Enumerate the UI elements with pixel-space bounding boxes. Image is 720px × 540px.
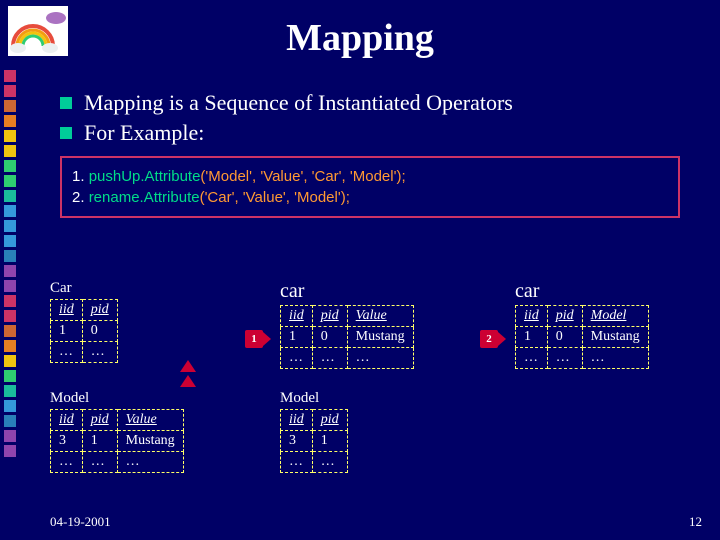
model-initial-table: iidpidValue31Mustang……… [50,409,184,473]
model-mid-table: iidpid31…… [280,409,348,473]
col-header: iid [51,410,83,431]
table-row: 10Mustang [516,327,649,348]
cell: Mustang [347,327,413,348]
model-mid-title: Model [280,390,348,407]
cell: 1 [516,327,548,348]
col-header: Model [582,306,648,327]
col-header: iid [281,306,313,327]
bullet-2-text: For Example: [84,120,204,146]
cell: … [117,452,183,473]
table-row: 31Mustang [51,431,184,452]
cell: … [547,348,582,369]
code-l1-fn: pushUp.Attribute [89,168,201,185]
cell: Mustang [117,431,183,452]
bullet-icon [60,97,72,109]
cell: … [51,342,83,363]
bullet-2: For Example: [60,120,680,146]
footer-page-number: 12 [689,514,702,530]
col-header: iid [281,410,313,431]
cell: … [281,452,313,473]
table-row: …… [281,452,348,473]
table-row: 10 [51,321,118,342]
table-row: ……… [51,452,184,473]
cell: … [347,348,413,369]
table-row: …… [51,342,118,363]
slide-title: Mapping [0,16,720,60]
col-header: pid [82,300,117,321]
arrow-up-icon [180,375,196,387]
col-header: iid [51,300,83,321]
model-initial-wrap: Model iidpidValue31Mustang……… [50,390,184,473]
cell: 1 [281,327,313,348]
model-initial-title: Model [50,390,184,407]
cell: … [281,348,313,369]
car-final-table: iidpidModel10Mustang……… [515,305,649,369]
code-l2-args: ('Car', 'Value', 'Model'); [200,189,350,206]
code-box: 1. pushUp.Attribute('Model', 'Value', 'C… [60,156,680,218]
cell: … [312,452,347,473]
cell: … [516,348,548,369]
code-line-2: 2. rename.Attribute('Car', 'Value', 'Mod… [72,189,668,206]
table-row: ……… [281,348,414,369]
step-2-num: 2 [486,333,492,345]
code-line-1: 1. pushUp.Attribute('Model', 'Value', 'C… [72,168,668,185]
code-l2-num: 2. [72,189,89,206]
step-1-badge: 1 [245,330,263,348]
cell: … [82,452,117,473]
table-row: 10Mustang [281,327,414,348]
step-1-num: 1 [251,333,257,345]
col-header: pid [547,306,582,327]
cell: … [51,452,83,473]
cell: 1 [312,431,347,452]
cell: … [82,342,117,363]
col-header: iid [516,306,548,327]
cell: … [582,348,648,369]
bullet-1-text: Mapping is a Sequence of Instantiated Op… [84,90,513,116]
cell: 0 [547,327,582,348]
bullet-1: Mapping is a Sequence of Instantiated Op… [60,90,680,116]
col-initial: Car iidpid10…… [50,280,118,363]
content-area: Mapping is a Sequence of Instantiated Op… [60,90,680,218]
col-header: pid [312,306,347,327]
bullet-icon [60,127,72,139]
car-initial-table: iidpid10…… [50,299,118,363]
col-header: Value [117,410,183,431]
car-initial-title: Car [50,280,118,297]
cell: 0 [312,327,347,348]
cell: 3 [281,431,313,452]
footer-date: 04-19-2001 [50,514,111,530]
col-header: pid [82,410,117,431]
model-mid-wrap: Model iidpid31…… [280,390,348,473]
step-2-badge: 2 [480,330,498,348]
cell: 1 [51,321,83,342]
col-header: pid [312,410,347,431]
code-l1-num: 1. [72,168,89,185]
car-mid-title: car [280,280,414,303]
table-row: ……… [516,348,649,369]
col-mid: car iidpidValue10Mustang……… [280,280,414,369]
cell: 1 [82,431,117,452]
table-row: 31 [281,431,348,452]
code-l1-args: ('Model', 'Value', 'Car', 'Model'); [200,168,405,185]
cell: … [312,348,347,369]
cell: 0 [82,321,117,342]
cell: Mustang [582,327,648,348]
code-l2-fn: rename.Attribute [89,189,200,206]
side-color-strip [4,70,24,457]
cell: 3 [51,431,83,452]
car-mid-table: iidpidValue10Mustang……… [280,305,414,369]
col-header: Value [347,306,413,327]
arrow-up-icon [180,360,196,372]
col-final: car iidpidModel10Mustang……… [515,280,649,369]
car-final-title: car [515,280,649,303]
